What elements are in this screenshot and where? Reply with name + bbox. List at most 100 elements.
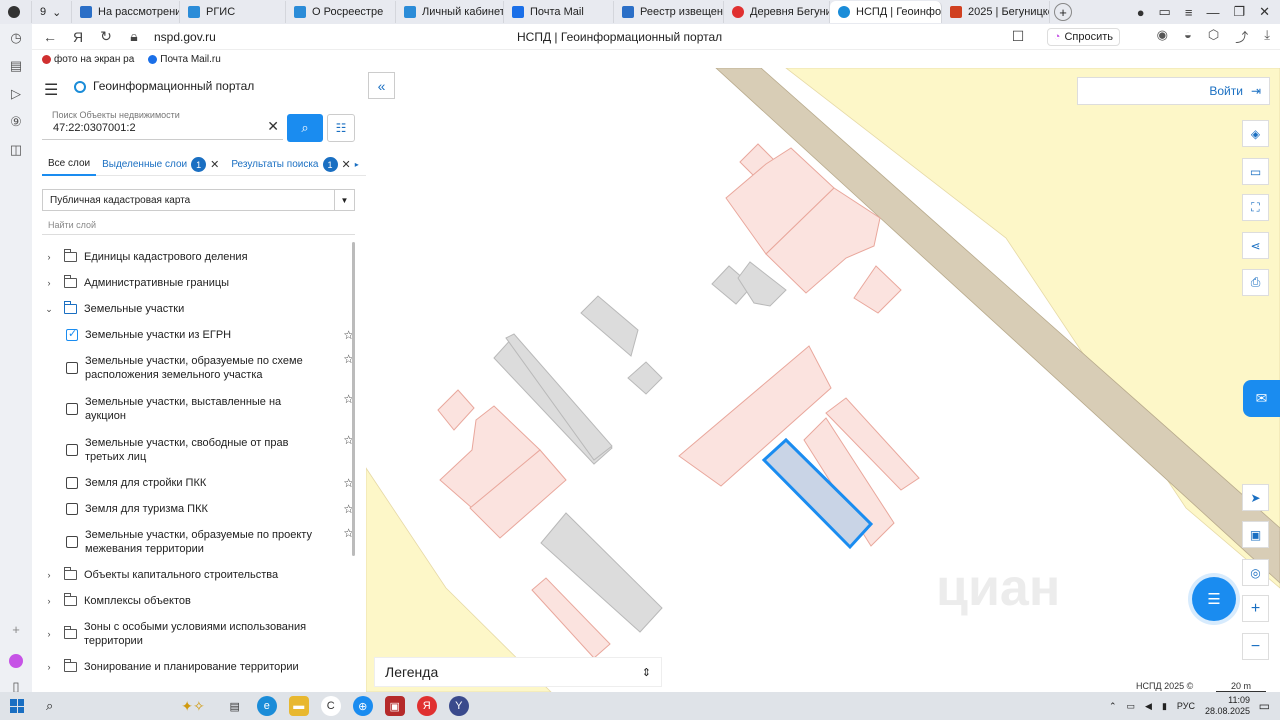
search-icon[interactable]: ⌕ xyxy=(46,698,53,714)
bookmark-icon[interactable]: ☐ xyxy=(1008,28,1028,45)
layer-item[interactable]: Земельные участки, выставленные на аукци… xyxy=(42,388,354,429)
browser-tab[interactable]: РГИС xyxy=(180,1,286,23)
tab-selected-layers[interactable]: Выделенные слои 1 ✕ xyxy=(96,154,225,176)
play-icon[interactable]: ▷ xyxy=(11,86,21,102)
layer-item[interactable]: Земельные участки, образуемые по схеме р… xyxy=(42,348,354,388)
browser-tab-active[interactable]: НСПД | Геоинфо✕ xyxy=(830,1,942,23)
legend-toggle[interactable]: Легенда ⇕ xyxy=(374,657,662,687)
layer-checkbox[interactable] xyxy=(66,503,78,515)
profile-icon[interactable]: ● xyxy=(1137,5,1145,20)
layer-checkbox[interactable] xyxy=(66,327,78,341)
location-button[interactable]: ◎ xyxy=(1242,559,1269,586)
tree-node[interactable]: › Единицы кадастрового деления xyxy=(42,244,354,270)
zoom-in-button[interactable]: + xyxy=(1242,595,1269,622)
network-icon[interactable]: ▭ xyxy=(1127,701,1136,712)
close-window-icon[interactable]: ✕ xyxy=(1259,4,1270,20)
reload-icon[interactable]: ↻ xyxy=(96,28,116,45)
tree-node[interactable]: › Объекты капитального строительства xyxy=(42,562,354,588)
select-area-button[interactable]: ⛶ xyxy=(1242,194,1269,221)
tree-node[interactable]: › Административные границы xyxy=(42,270,354,296)
tree-node[interactable]: › Зонирование и планирование территории xyxy=(42,654,354,680)
extension-icon[interactable]: ◒ xyxy=(1184,27,1192,46)
task-view-icon[interactable]: ▤ xyxy=(225,696,245,716)
layer-item[interactable]: Земля для туризма ПКК ☆ xyxy=(42,496,354,522)
layer-checkbox[interactable] xyxy=(66,477,78,489)
tab-group-counter[interactable]: 9 ⌄ xyxy=(32,1,72,23)
minimize-icon[interactable]: — xyxy=(1206,5,1219,20)
menu-icon[interactable]: ≡ xyxy=(1185,5,1193,20)
browser-tab[interactable]: 2025 | Бегуницкое xyxy=(942,1,1050,23)
zoom-out-button[interactable]: − xyxy=(1242,633,1269,660)
ask-button[interactable]: ◔ Спросить xyxy=(1046,27,1120,46)
feedback-button[interactable]: ✉ xyxy=(1243,380,1280,417)
browser-tab[interactable]: На рассмотрении : xyxy=(72,1,180,23)
collections-icon[interactable]: ▭ xyxy=(1159,4,1171,20)
app-icon[interactable]: C xyxy=(320,696,341,716)
new-tab-button[interactable]: + xyxy=(1054,3,1072,21)
layer-item[interactable]: Земля для стройки ПКК ☆ xyxy=(42,470,354,496)
tree-node[interactable]: › Зоны с особыми условиями использования … xyxy=(42,614,354,654)
close-icon[interactable]: ✕ xyxy=(342,158,351,171)
extension-icon[interactable]: ◉ xyxy=(1157,27,1168,46)
close-icon[interactable]: ✕ xyxy=(210,158,219,171)
history-icon[interactable]: ◷ xyxy=(10,30,21,46)
browser-menu-icon[interactable] xyxy=(0,1,32,23)
layer-item[interactable]: Земельные участки, образуемые по проекту… xyxy=(42,522,354,562)
layer-checkbox[interactable] xyxy=(66,536,78,548)
print-button[interactable]: ⎙ xyxy=(1242,269,1269,296)
notifications-icon[interactable]: ▭ xyxy=(1259,699,1270,713)
add-panel-icon[interactable]: + xyxy=(12,622,20,637)
edge-icon[interactable]: e xyxy=(256,696,277,716)
yandex-browser-icon[interactable]: Y xyxy=(448,696,469,716)
bookmark-item[interactable]: Почта Mail.ru xyxy=(148,54,221,65)
app-icon[interactable]: ⊕ xyxy=(352,696,373,716)
nine-icon[interactable]: ⑨ xyxy=(10,114,22,130)
sparkles-icon[interactable]: ✦✧ xyxy=(181,698,204,715)
map-canvas[interactable]: « Войти ⇥ ◈ ▭ ⛶ ⋖ ⎙ ✉ ➤ ▣ ◎ + − ☰ циан Ле… xyxy=(366,68,1280,692)
back-icon[interactable]: ← xyxy=(40,29,60,45)
clock[interactable]: 11:09 28.08.2025 xyxy=(1205,695,1250,717)
download-icon[interactable]: ⤓ xyxy=(1264,27,1270,46)
browser-tab[interactable]: Почта Mail xyxy=(504,1,614,23)
chevron-up-icon[interactable]: ⌃ xyxy=(1109,701,1117,712)
layers-tool-button[interactable]: ◈ xyxy=(1242,120,1269,147)
search-field[interactable]: Поиск Объекты недвижимости 47:22:0307001… xyxy=(42,110,283,140)
yandex-icon[interactable]: Я xyxy=(68,29,88,45)
layer-item[interactable]: Земельные участки из ЕГРН ☆ xyxy=(42,322,354,348)
find-layer-input[interactable]: Найти слой xyxy=(48,220,96,230)
share-button[interactable]: ⋖ xyxy=(1242,232,1269,259)
camera-icon[interactable]: ◫ xyxy=(10,142,22,158)
tab-all-layers[interactable]: Все слои xyxy=(42,154,97,176)
search-button[interactable]: ⌕ xyxy=(287,114,323,142)
tree-node[interactable]: › Комплексы объектов xyxy=(42,588,354,614)
file-explorer-icon[interactable]: ▬ xyxy=(288,696,309,716)
layer-item[interactable]: Земельные участки, свободные от прав тре… xyxy=(42,429,354,470)
filter-button[interactable]: ☷ xyxy=(327,114,355,142)
tab-search-results[interactable]: Результаты поиска 1 ✕ ▸ xyxy=(225,154,364,176)
clear-search-icon[interactable]: ✕ xyxy=(267,118,279,135)
minimap-button[interactable]: ▣ xyxy=(1242,521,1269,548)
layer-checkbox[interactable] xyxy=(66,402,78,415)
maximize-icon[interactable]: ❐ xyxy=(1233,4,1245,20)
volume-icon[interactable]: ◀︎ xyxy=(1145,701,1152,712)
battery-icon[interactable]: ▮ xyxy=(1162,701,1167,712)
hamburger-menu-icon[interactable]: ☰ xyxy=(44,80,58,100)
basemap-select[interactable]: Публичная кадастровая карта ▼ xyxy=(42,189,355,211)
chat-bubble-button[interactable]: ☰ xyxy=(1192,577,1236,621)
chevron-right-icon[interactable]: ▸ xyxy=(355,160,359,169)
bookmark-item[interactable]: фото на экран ра xyxy=(42,54,134,65)
browser-tab[interactable]: Реестр извещений xyxy=(614,1,724,23)
browser-tab[interactable]: Деревня Бегуниц xyxy=(724,1,830,23)
alice-icon[interactable] xyxy=(9,654,23,668)
panel-scrollbar[interactable] xyxy=(352,242,355,556)
login-button[interactable]: Войти ⇥ xyxy=(1077,77,1270,105)
share-icon[interactable]: ⤴ xyxy=(1235,27,1248,46)
search-input[interactable]: 47:22:0307001:2 xyxy=(53,122,136,134)
language-indicator[interactable]: РУС xyxy=(1177,701,1195,711)
app-icon[interactable]: ▣ xyxy=(384,696,405,716)
collapse-panel-button[interactable]: « xyxy=(368,72,395,99)
url-text[interactable]: nspd.gov.ru xyxy=(154,30,216,44)
geolocate-button[interactable]: ➤ xyxy=(1242,484,1269,511)
browser-tab[interactable]: Личный кабинет xyxy=(396,1,504,23)
yandex-icon[interactable]: Я xyxy=(416,696,437,716)
